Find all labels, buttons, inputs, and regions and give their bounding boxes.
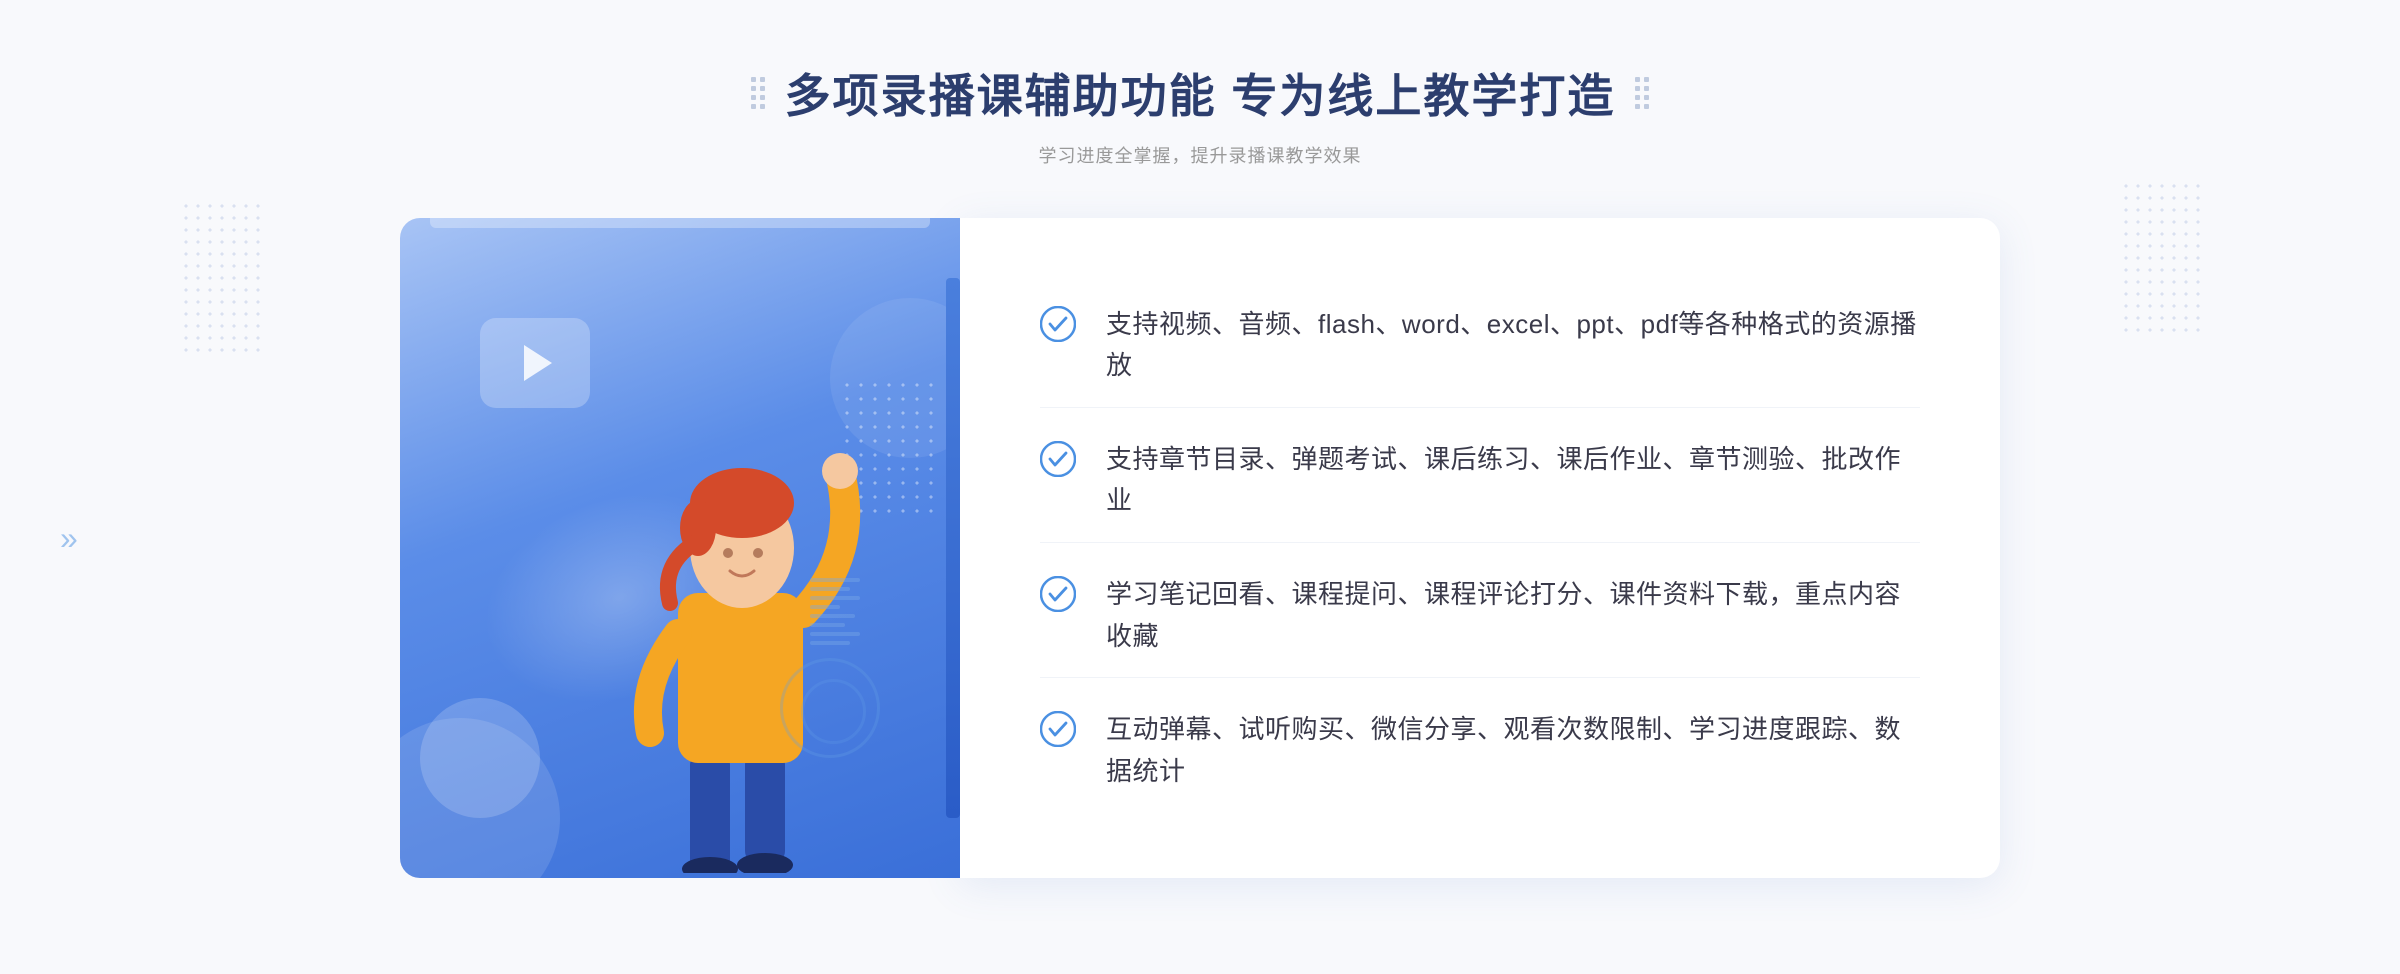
stripe-decoration <box>810 578 860 668</box>
feature-text-1: 支持视频、音频、flash、word、excel、ppt、pdf等各种格式的资源… <box>1106 304 1920 387</box>
vertical-bar <box>946 278 960 818</box>
page-container: » 多项录播课辅助功能 专为线上教学打造 学习进度全掌握，提升录播课教学效果 <box>0 0 2400 974</box>
panel-accent-bar <box>430 218 930 228</box>
dots-decoration-left <box>180 200 260 360</box>
feature-text-2: 支持章节目录、弹题考试、课后练习、课后作业、章节测验、批改作业 <box>1106 439 1920 522</box>
arrow-left-decoration: » <box>60 520 78 557</box>
title-wrapper: 多项录播课辅助功能 专为线上教学打造 <box>751 60 1650 126</box>
feature-item-1: 支持视频、音频、flash、word、excel、ppt、pdf等各种格式的资源… <box>1040 284 1920 408</box>
check-icon-4 <box>1040 711 1076 747</box>
check-icon-3 <box>1040 576 1076 612</box>
feature-text-4: 互动弹幕、试听购买、微信分享、观看次数限制、学习进度跟踪、数据统计 <box>1106 709 1920 792</box>
illustration-panel <box>400 218 960 878</box>
check-icon-2 <box>1040 441 1076 477</box>
page-subtitle: 学习进度全掌握，提升录播课教学效果 <box>751 142 1650 168</box>
feature-item-4: 互动弹幕、试听购买、微信分享、观看次数限制、学习进度跟踪、数据统计 <box>1040 689 1920 812</box>
left-decorator <box>751 77 765 109</box>
panel-circle-2 <box>420 698 540 818</box>
play-bubble <box>480 318 590 408</box>
deco-circles <box>780 658 880 758</box>
check-icon-1 <box>1040 306 1076 342</box>
feature-item-3: 学习笔记回看、课程提问、课程评论打分、课件资料下载，重点内容收藏 <box>1040 554 1920 678</box>
main-content: 支持视频、音频、flash、word、excel、ppt、pdf等各种格式的资源… <box>400 218 2000 878</box>
content-panel: 支持视频、音频、flash、word、excel、ppt、pdf等各种格式的资源… <box>960 218 2000 878</box>
header-section: 多项录播课辅助功能 专为线上教学打造 学习进度全掌握，提升录播课教学效果 <box>751 60 1650 168</box>
page-title: 多项录播课辅助功能 专为线上教学打造 <box>785 60 1616 126</box>
dots-decoration-right <box>2120 180 2200 340</box>
feature-text-3: 学习笔记回看、课程提问、课程评论打分、课件资料下载，重点内容收藏 <box>1106 574 1920 657</box>
right-decorator <box>1635 77 1649 109</box>
feature-item-2: 支持章节目录、弹题考试、课后练习、课后作业、章节测验、批改作业 <box>1040 419 1920 543</box>
